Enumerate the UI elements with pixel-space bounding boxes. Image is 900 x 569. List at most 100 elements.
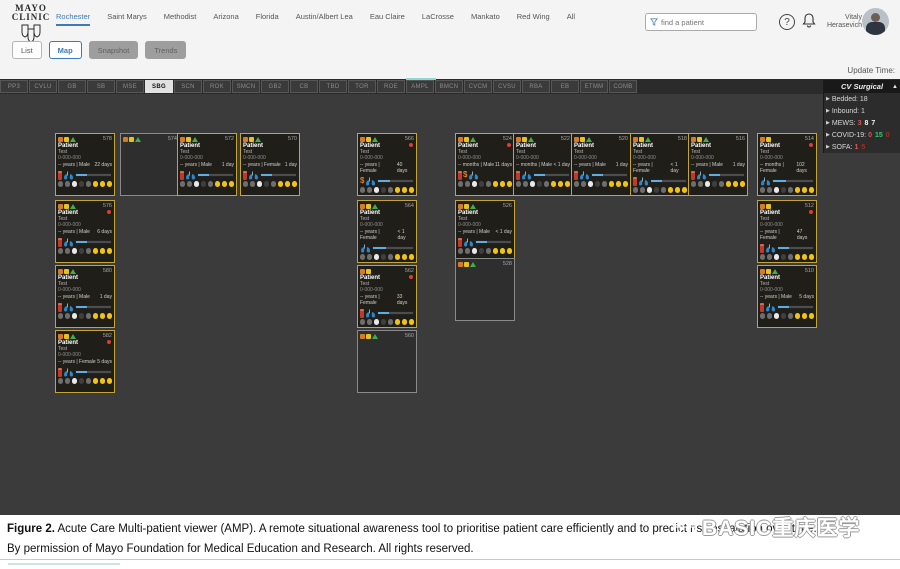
patient-search-box[interactable]: [645, 13, 757, 31]
unit-tab-eb[interactable]: EB: [551, 80, 579, 93]
patient-card-562[interactable]: 562 Patient Test 0-000-000 -- years | Fe…: [357, 265, 417, 328]
nav-campus-label: Saint Marys: [107, 12, 147, 21]
patient-card-570[interactable]: 570 Patient Test 0-000-000 -- years | Fe…: [240, 133, 300, 196]
list-view-button[interactable]: List: [12, 41, 42, 59]
patient-card-582[interactable]: 582 Patient Test 0-000-000 -- years | Fe…: [55, 330, 115, 393]
nav-campus-label: Mankato: [471, 12, 500, 21]
unit-panel-row[interactable]: ▶ Bedded: 18: [824, 93, 900, 105]
unit-panel-row[interactable]: ▶ MEWS: 387: [824, 117, 900, 129]
unit-tab-bmcn[interactable]: BMCN: [435, 80, 463, 93]
user-avatar[interactable]: [862, 8, 889, 35]
status-dot-icon: [278, 181, 283, 187]
nav-campus-item-mankato[interactable]: Mankato: [471, 12, 500, 24]
unit-tab-smcn[interactable]: SMCN: [232, 80, 260, 93]
patient-card-572[interactable]: 572 Patient Test 0-000-000 -- years | Ma…: [177, 133, 237, 196]
nav-campus-item-austin-albert-lea[interactable]: Austin/Albert Lea: [296, 12, 353, 24]
patient-card-514[interactable]: 514 Patient Test 0-000-000 -- months | F…: [757, 133, 817, 196]
patient-card-580[interactable]: 580 Patient Test 0-000-000 -- years | Ma…: [55, 265, 115, 328]
lungs-icon: [760, 177, 771, 186]
warning-flag-icon: [249, 137, 254, 142]
unit-tab-ampl[interactable]: AMPL: [406, 80, 434, 93]
warning-flag-icon: [129, 137, 134, 142]
dollar-icon: $: [463, 171, 467, 179]
device-row: $: [760, 301, 814, 313]
unit-panel-row[interactable]: ▶ COVID-19: 0150: [824, 129, 900, 141]
status-dot-icon: [781, 187, 786, 193]
status-icon-row: [574, 181, 628, 187]
unit-tab-cb[interactable]: CB: [290, 80, 318, 93]
unit-tab-comb[interactable]: COMB: [609, 80, 637, 93]
status-icon-row: [180, 181, 234, 187]
unit-tab-roe[interactable]: ROE: [377, 80, 405, 93]
patient-card-512[interactable]: 512 Patient Test 0-000-000 -- years | Fe…: [757, 200, 817, 263]
unit-tab-mse[interactable]: MSE: [116, 80, 144, 93]
patient-card-560[interactable]: 560 $: [357, 330, 417, 393]
acuity-flag-icon: [360, 269, 365, 274]
unit-panel-header[interactable]: CV Surgical ▲: [824, 80, 900, 93]
status-dot-icon: [93, 313, 98, 319]
nav-campus-item-methodist[interactable]: Methodist: [164, 12, 197, 24]
status-dot-icon: [395, 254, 400, 260]
patient-card-526[interactable]: 526 Patient Test 0-000-000 -- years | Ma…: [455, 200, 515, 263]
unit-tab-cvlu[interactable]: CVLU: [29, 80, 57, 93]
iv-pump-icon: [58, 368, 62, 377]
patient-card-578[interactable]: 578 Patient Test 0-000-000 -- years | Ma…: [55, 133, 115, 196]
unit-tab-cvcm[interactable]: CVCM: [464, 80, 492, 93]
patient-id: 0-000-000: [180, 155, 234, 161]
patient-card-576[interactable]: 576 Patient Test 0-000-000 -- years | Ma…: [55, 200, 115, 263]
patient-card-520[interactable]: 520 Patient Test 0-000-000 -- years | Ma…: [571, 133, 631, 196]
status-dot-icon: [507, 248, 512, 254]
search-input[interactable]: [661, 18, 747, 27]
unit-panel-row[interactable]: ▶ Inbound: 1: [824, 105, 900, 117]
snapshot-view-button[interactable]: Snapshot: [89, 41, 139, 59]
patient-card-574[interactable]: 574 $: [120, 133, 180, 196]
patient-id: 0-000-000: [360, 155, 414, 161]
patient-card-566[interactable]: 566 Patient Test 0-000-000 -- years | Fe…: [357, 133, 417, 196]
unit-tab-gb2[interactable]: GB2: [261, 80, 289, 93]
lungs-icon: [63, 171, 74, 180]
map-view-button[interactable]: Map: [49, 41, 82, 59]
unit-tab-sb[interactable]: SB: [87, 80, 115, 93]
patient-card-564[interactable]: 564 Patient Test 0-000-000 -- years | Fe…: [357, 200, 417, 263]
unit-tab-tbd[interactable]: TBD: [319, 80, 347, 93]
patient-card-522[interactable]: 522 Patient Test 0-000-000 -- months | M…: [513, 133, 573, 196]
age-sex-label: -- years | Male: [458, 229, 490, 235]
status-dot-icon: [479, 181, 484, 187]
view-switcher: List Map Snapshot Trends: [12, 41, 186, 59]
patient-card-516[interactable]: 516 Patient Test 0-000-000 -- years | Ma…: [688, 133, 748, 196]
unit-tab-cvsu[interactable]: CVSU: [493, 80, 521, 93]
nav-campus-item-rochester[interactable]: Rochester: [56, 12, 90, 26]
nav-campus-label: All: [567, 12, 575, 21]
unit-tab-rba[interactable]: RBA: [522, 80, 550, 93]
user-name[interactable]: Vitaly Herasevich: [820, 14, 862, 30]
unit-tab-scn[interactable]: SCN: [174, 80, 202, 93]
nav-campus-item-all[interactable]: All: [567, 12, 575, 24]
card-body: Patient Test 0-000-000 -- months | Male …: [458, 142, 512, 187]
nav-campus-item-florida[interactable]: Florida: [256, 12, 279, 24]
patient-card-518[interactable]: 518 Patient Test 0-000-000 -- years | Fe…: [630, 133, 690, 196]
nav-campus-item-saint-marys[interactable]: Saint Marys: [107, 12, 147, 24]
unit-tab-sbg[interactable]: SBG: [145, 80, 173, 93]
nav-campus-item-lacrosse[interactable]: LaCrosse: [422, 12, 454, 24]
unit-tab-pp3[interactable]: PP3: [0, 80, 28, 93]
unit-tab-etmm[interactable]: ETMM: [580, 80, 608, 93]
patient-card-528[interactable]: 528 $: [455, 258, 515, 321]
patient-card-524[interactable]: 524 Patient Test 0-000-000 -- months | M…: [455, 133, 515, 196]
status-dot-icon: [292, 181, 297, 187]
nav-campus-item-eau-claire[interactable]: Eau Claire: [370, 12, 405, 24]
unit-tab-gb[interactable]: GB: [58, 80, 86, 93]
status-dot-icon: [809, 187, 814, 193]
nav-campus-item-red-wing[interactable]: Red Wing: [517, 12, 550, 24]
help-button[interactable]: ?: [779, 14, 795, 30]
trends-view-button[interactable]: Trends: [145, 41, 186, 59]
status-dot-icon: [360, 254, 365, 260]
patient-demographics: -- years | Male 1 day: [58, 294, 112, 300]
notifications-button[interactable]: [802, 13, 816, 33]
nav-campus-item-arizona[interactable]: Arizona: [213, 12, 238, 24]
unit-panel-row[interactable]: ▶ SOFA: 15: [824, 141, 900, 153]
unit-tab-tor[interactable]: TOR: [348, 80, 376, 93]
length-of-stay: 6 days: [97, 229, 112, 235]
unit-tab-rok[interactable]: ROK: [203, 80, 231, 93]
warning-flag-icon: [366, 137, 371, 142]
patient-card-510[interactable]: 510 Patient Test 0-000-000 -- years | Ma…: [757, 265, 817, 328]
